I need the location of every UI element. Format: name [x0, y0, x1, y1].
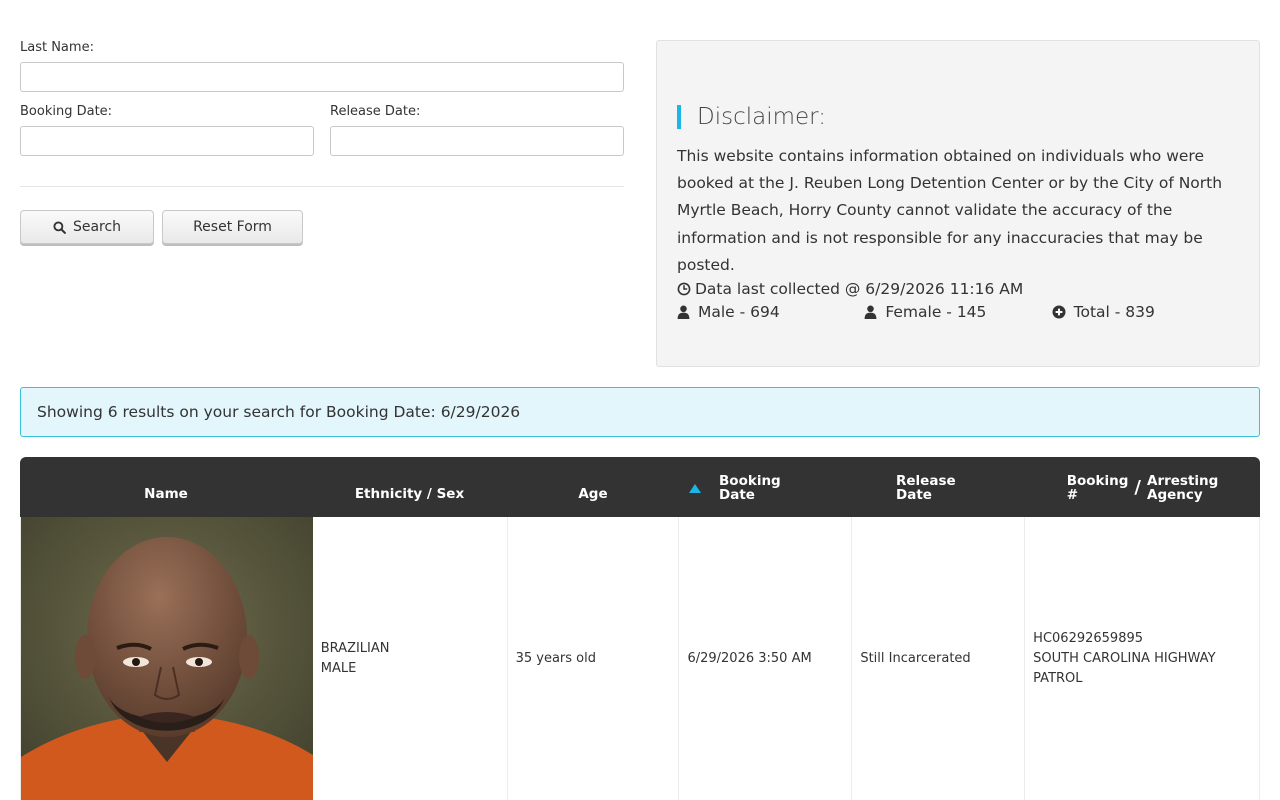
data-collected-text: Data last collected @ 6/29/2026 11:16 AM	[695, 280, 1024, 299]
clock-icon	[677, 282, 691, 296]
user-icon	[677, 305, 690, 320]
results-message: Showing 6 results on your search for Boo…	[37, 403, 521, 421]
col-booking-date[interactable]: Booking Date	[679, 457, 852, 517]
release-date-group: Release Date:	[330, 104, 624, 156]
col-booking-no-label-1: Booking	[1066, 473, 1129, 489]
cell-ethnicity-sex: BRAZILIAN MALE	[313, 517, 508, 800]
results-alert: Showing 6 results on your search for Boo…	[20, 387, 1260, 437]
reset-button-label: Reset Form	[193, 219, 272, 235]
last-name-label: Last Name:	[20, 40, 94, 55]
booking-date-label: Booking Date:	[20, 104, 113, 119]
booking-date-input[interactable]	[20, 126, 314, 156]
form-divider	[20, 186, 624, 187]
total-stat: Total - 839	[1052, 303, 1239, 321]
search-icon	[53, 220, 66, 234]
search-button-label: Search	[72, 219, 122, 235]
col-booking-agency[interactable]: Booking # / Arresting Agency	[1025, 457, 1260, 517]
results-table: Name Ethnicity / Sex Age Booking Date Re…	[20, 457, 1260, 800]
col-name-label: Name	[144, 486, 188, 502]
cell-ethnicity: BRAZILIAN	[320, 640, 390, 656]
cell-booking-number: HC06292659895	[1033, 630, 1144, 646]
booking-date-group: Booking Date:	[20, 104, 314, 156]
search-form: Last Name: Booking Date: Release Date: S…	[20, 40, 624, 244]
col-agency-label-1: Arresting	[1147, 473, 1219, 489]
sort-up-icon	[689, 484, 701, 493]
col-ethnicity-sex[interactable]: Ethnicity / Sex	[312, 457, 507, 517]
table-header: Name Ethnicity / Sex Age Booking Date Re…	[20, 457, 1260, 517]
col-booking-no-label-2: #	[1066, 487, 1078, 503]
mugshot-image	[21, 517, 313, 800]
cell-age-text: 35 years old	[515, 650, 596, 666]
user-icon	[864, 305, 877, 320]
female-count: Female - 145	[885, 303, 987, 322]
col-release-date-label-1: Release	[896, 473, 956, 489]
data-collected: Data last collected @ 6/29/2026 11:16 AM	[677, 279, 1239, 299]
cell-booking-date: 6/29/2026 3:50 AM	[679, 517, 853, 800]
cell-booking-date-text: 6/29/2026 3:50 AM	[687, 650, 812, 666]
col-slash: /	[1134, 477, 1141, 498]
col-agency-label-2: Agency	[1147, 487, 1203, 503]
cell-agency: SOUTH CAROLINA HIGHWAY PATROL	[1033, 650, 1216, 686]
cell-sex: MALE	[320, 660, 357, 676]
cell-release-date: Still Incarcerated	[852, 517, 1026, 800]
cell-age: 35 years old	[508, 517, 680, 800]
mugshot-photo[interactable]	[21, 517, 313, 800]
col-booking-date-label-2: Date	[719, 487, 755, 503]
release-date-label: Release Date:	[330, 104, 421, 119]
col-booking-date-label-1: Booking	[719, 473, 781, 489]
reset-form-button[interactable]: Reset Form	[162, 210, 303, 244]
release-date-input[interactable]	[330, 126, 624, 156]
disclaimer-text: This website contains information obtain…	[677, 147, 1223, 274]
plus-circle-icon	[1052, 305, 1066, 319]
cell-booking-agency: HC06292659895 SOUTH CAROLINA HIGHWAY PAT…	[1025, 517, 1260, 800]
col-ethnicity-sex-label: Ethnicity / Sex	[354, 486, 465, 502]
search-button[interactable]: Search	[20, 210, 154, 244]
disclaimer-panel: Disclaimer: This website contains inform…	[656, 40, 1260, 367]
date-fields: Booking Date: Release Date:	[20, 104, 624, 156]
male-stat: Male - 694	[677, 303, 864, 321]
cell-release-date-text: Still Incarcerated	[860, 650, 971, 666]
col-name[interactable]: Name	[20, 457, 312, 517]
form-buttons: Search Reset Form	[20, 210, 624, 244]
col-age-label: Age	[578, 486, 608, 502]
total-count: Total - 839	[1073, 303, 1155, 322]
disclaimer-title: Disclaimer:	[677, 105, 1239, 129]
col-age[interactable]: Age	[507, 457, 679, 517]
inmate-stats: Male - 694 Female - 145 Total - 839	[677, 303, 1239, 321]
col-release-date-label-2: Date	[896, 487, 932, 503]
col-release-date[interactable]: Release Date	[852, 457, 1025, 517]
male-count: Male - 694	[698, 303, 780, 322]
table-row[interactable]: BRAZILIAN MALE 35 years old 6/29/2026 3:…	[20, 517, 1260, 800]
female-stat: Female - 145	[864, 303, 1051, 321]
last-name-input[interactable]	[20, 62, 624, 92]
